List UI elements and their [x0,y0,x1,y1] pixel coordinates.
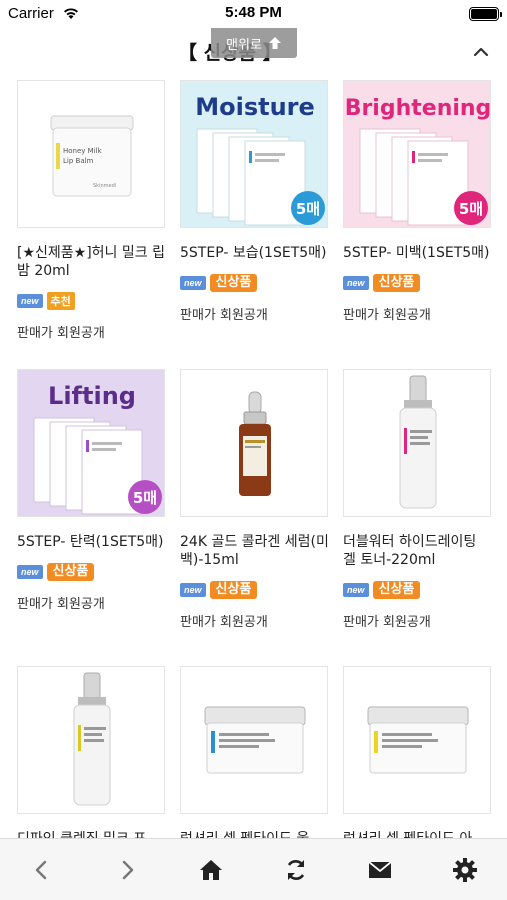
product-image[interactable]: Lifting 5매 [17,369,165,517]
svg-text:Lip Balm: Lip Balm [63,157,94,165]
badge-new-item: 신상품 [372,274,421,292]
arrow-up-icon [268,37,281,49]
mask-title-brightening: Brightening [345,96,491,121]
product-name[interactable]: 24K 골드 콜라겐 세럼(미백)-15ml [180,533,330,569]
product-badges: new 신상품 [180,274,330,292]
product-badges: new 신상품 [180,581,330,599]
product-name[interactable]: [★신제품★]허니 밀크 립 밤 20ml [17,244,167,280]
product-price: 판매가 회원공개 [180,615,268,630]
product-card[interactable]: 럭셔리 셀 펩타이드 아 [343,666,493,848]
badge-new: new [17,294,43,308]
product-image[interactable] [343,369,491,517]
product-image[interactable]: Moisture 5매 [180,80,328,228]
forward-button[interactable] [105,848,149,892]
product-badges: new 추천 [17,292,167,310]
product-card[interactable]: 럭셔리 셀 펩타이드 울 [180,666,330,848]
product-name[interactable]: 5STEP- 미백(1SET5매) [343,244,493,262]
mask-count-badge: 5매 [459,200,483,218]
product-price: 판매가 회원공개 [180,308,268,323]
product-image[interactable] [343,666,491,814]
badge-new: new [343,583,369,597]
chevron-up-icon[interactable] [471,42,491,62]
badge-recommended: 추천 [46,292,75,310]
badge-new: new [17,565,43,579]
status-bar: Carrier 5:48 PM [0,0,507,28]
product-image[interactable] [17,666,165,814]
product-card[interactable]: 더블워터 하이드레이팅 겔 토너-220ml new 신상품 판매가 회원공개 [343,369,493,630]
badge-new: new [343,276,369,290]
product-name[interactable]: 5STEP- 보습(1SET5매) [180,244,330,262]
product-card[interactable]: Honey Milk Lip Balm Skinmedi [★신제품★]허니 밀… [17,80,167,341]
scroll-to-top-label: 맨위로 [226,37,262,53]
badge-new-item: 신상품 [46,563,95,581]
product-card[interactable]: 24K 골드 콜라겐 세럼(미백)-15ml new 신상품 판매가 회원공개 [180,369,330,630]
badge-new-item: 신상품 [372,581,421,599]
mask-count-badge: 5매 [133,489,157,507]
product-badges: new 신상품 [343,274,493,292]
product-image[interactable] [180,666,328,814]
product-price: 판매가 회원공개 [17,597,105,612]
product-price: 판매가 회원공개 [343,308,431,323]
battery-icon [469,7,502,21]
product-price: 판매가 회원공개 [17,326,105,341]
badge-new-item: 신상품 [209,274,258,292]
back-button[interactable] [20,848,64,892]
product-image[interactable]: Brightening 5매 [343,80,491,228]
settings-button[interactable] [443,848,487,892]
badge-new: new [180,276,206,290]
back-icon [36,860,47,879]
mail-icon [368,860,392,878]
product-name[interactable]: 더블워터 하이드레이팅 겔 토너-220ml [343,533,493,569]
home-icon [200,859,223,880]
product-price: 판매가 회원공개 [343,615,431,630]
product-card[interactable]: Moisture 5매 5STEP- 보습(1SET5매) new 신상품 판매… [180,80,330,323]
scroll-to-top-button[interactable]: 맨위로 [211,28,297,58]
badge-new-item: 신상품 [209,581,258,599]
refresh-icon [287,859,304,880]
product-card[interactable]: Lifting 5매 5STEP- 탄력(1SET5매) new 신상품 판매가… [17,369,167,612]
mask-title-lifting: Lifting [48,382,136,410]
mask-count-badge: 5매 [296,200,320,218]
forward-icon [122,860,133,879]
product-card[interactable]: Brightening 5매 5STEP- 미백(1SET5매) new 신상품… [343,80,493,323]
product-image[interactable]: Honey Milk Lip Balm Skinmedi [17,80,165,228]
refresh-button[interactable] [274,848,318,892]
mask-title-moisture: Moisture [195,93,315,121]
badge-new: new [180,583,206,597]
svg-text:Skinmedi: Skinmedi [93,183,116,189]
product-card[interactable]: 디파인 클렌징 밀크 포 [17,666,167,848]
product-badges: new 신상품 [343,581,493,599]
home-button[interactable] [189,848,233,892]
svg-text:Honey Milk: Honey Milk [63,147,103,155]
gear-icon [452,857,477,882]
product-name[interactable]: 5STEP- 탄력(1SET5매) [17,533,167,551]
product-image[interactable] [180,369,328,517]
mail-button[interactable] [358,848,402,892]
bottom-toolbar [0,838,507,900]
status-time: 5:48 PM [225,4,282,21]
product-badges: new 신상품 [17,563,167,581]
